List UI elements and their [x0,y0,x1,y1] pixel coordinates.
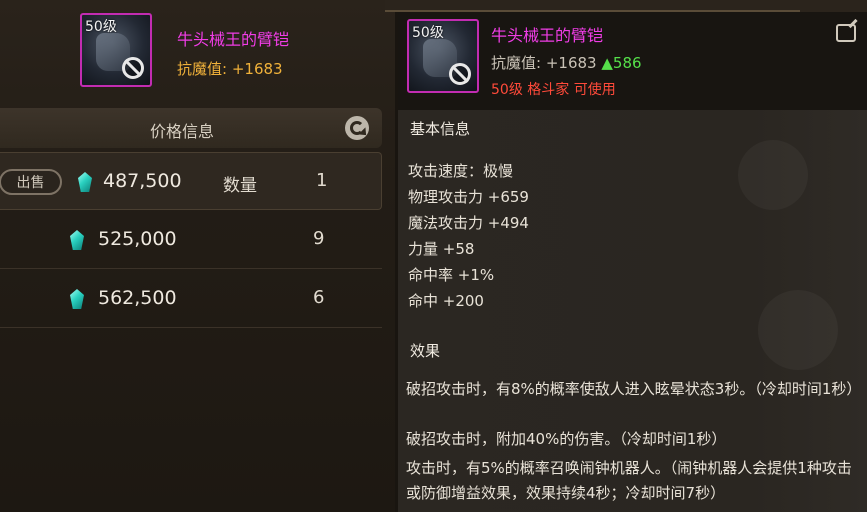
blocked-icon [449,63,471,85]
basic-info-title: 基本信息 [410,120,471,138]
tooltip-stat: 抗魔值: +1683 ▲586 [491,52,642,73]
quantity-label: 数量 [223,176,257,196]
item-stat-label: 抗魔值: [177,60,228,78]
quantity-value: 6 [313,287,325,308]
background-decoration [758,290,838,370]
row-divider [0,327,382,328]
refresh-icon[interactable] [345,116,369,140]
effect-line: 破招攻击时，附加40%的伤害。（冷却时间1秒） [406,430,727,448]
row-divider [0,268,382,269]
price-row-3[interactable]: 562,500 6 [0,270,382,328]
price-value: 525,000 [98,228,177,250]
attribute-line: 物理攻击力 +659 [408,188,529,206]
item-slot[interactable]: 50级 [80,13,152,87]
background-decoration [738,140,808,210]
tooltip-item-slot: 50级 [407,19,479,93]
price-row-2[interactable]: 525,000 9 [0,211,382,269]
attribute-line: 命中率 +1% [408,266,495,284]
effects-title: 效果 [410,342,441,360]
tooltip-requirement: 50级 格斗家 可使用 [491,82,616,98]
blocked-icon [122,57,144,79]
tooltip-item-name: 牛头械王的臂铠 [491,26,604,45]
price-row-1[interactable]: 出售 487,500 数量 1 [0,152,382,210]
attribute-line: 魔法攻击力 +494 [408,214,529,232]
item-stat: 抗魔值: +1683 [177,58,283,79]
tooltip-stat-label: 抗魔值: [491,54,542,72]
gem-icon [70,230,84,250]
effect-line: 攻击时，有5%的概率召唤闹钟机器人。（闹钟机器人会提供1种攻击或防御增益效果，效… [406,459,852,502]
attribute-line: 攻击速度：极慢 [408,162,514,180]
price-value: 487,500 [103,170,182,192]
tooltip-stat-increase: ▲586 [601,54,642,72]
gem-icon [70,289,84,309]
quantity-value: 1 [316,170,328,191]
sell-button[interactable]: 出售 [0,169,62,195]
price-value: 562,500 [98,287,177,309]
effect-line: 破招攻击时，有8%的概率使敌人进入眩晕状态3秒。（冷却时间1秒） [406,380,862,398]
item-stat-value: +1683 [231,60,283,78]
share-icon[interactable] [836,24,856,42]
tooltip-item-level: 50级 [412,25,444,41]
attribute-line: 命中 +200 [408,292,484,310]
tooltip-stat-value: +1683 [545,54,597,72]
gem-icon [78,172,92,192]
item-name: 牛头械王的臂铠 [177,30,290,49]
price-info-title: 价格信息 [150,122,215,141]
item-level: 50级 [85,19,117,35]
quantity-value: 9 [313,228,325,249]
price-info-header: 价格信息 [0,108,382,148]
attribute-line: 力量 +58 [408,240,475,258]
